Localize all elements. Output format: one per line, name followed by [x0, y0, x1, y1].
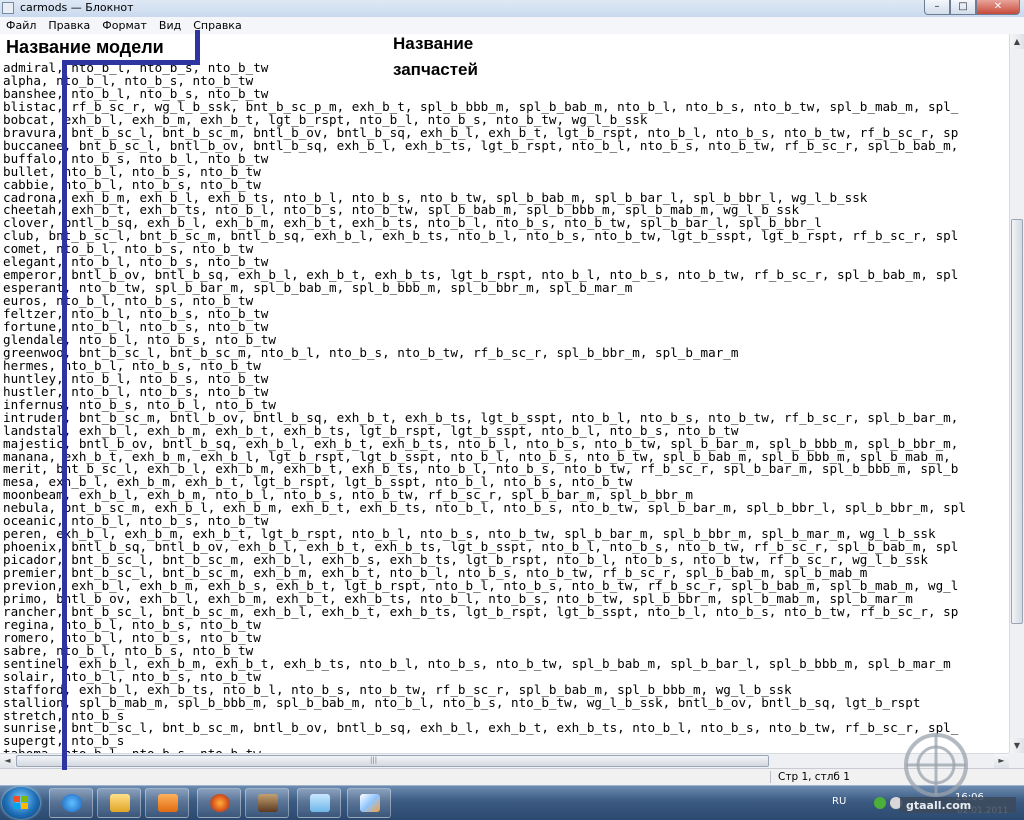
- text-line: hermes, nto_b_l, nto_b_s, nto_b_tw: [3, 357, 261, 373]
- language-indicator[interactable]: RU: [832, 796, 846, 807]
- game-icon: [258, 794, 278, 812]
- text-line: romero, nto_b_l, nto_b_s, nto_b_tw: [3, 629, 261, 645]
- window-title: carmods — Блокнот: [20, 1, 134, 14]
- scroll-left-arrow-icon[interactable]: ◄: [0, 754, 15, 768]
- text-line: landstal, exh_b_l, exh_b_m, exh_b_t, exh…: [3, 422, 739, 438]
- text-line: hustler, nto_b_l, nto_b_s, nto_b_tw: [3, 383, 269, 399]
- tray-green-icon[interactable]: [874, 797, 886, 809]
- notepad-app-icon[interactable]: [2, 2, 14, 14]
- text-line: regina, nto_b_l, nto_b_s, nto_b_tw: [3, 616, 261, 632]
- text-line: infernus, nto_b_s, nto_b_l, nto_b_tw: [3, 396, 276, 412]
- horizontal-scrollbar[interactable]: ◄ ||| ►: [0, 753, 1009, 768]
- text-line: stafford, exh_b_l, exh_b_ts, nto_b_l, nt…: [3, 681, 792, 697]
- minimize-button[interactable]: –: [924, 0, 950, 15]
- annotation-model-label: Название модели: [6, 37, 164, 58]
- text-line: glendale, nto_b_l, nto_b_s, nto_b_tw: [3, 331, 276, 347]
- text-line: sunrise, bnt_b_sc_l, bnt_b_sc_m, bntl_b_…: [3, 720, 959, 736]
- text-line: buccanee, bnt_b_sc_l, bntl_b_ov, bntl_b_…: [3, 137, 959, 153]
- vertical-scrollbar[interactable]: ▲ ▼: [1009, 34, 1024, 753]
- gtaall-watermark-logo: gtaall.com: [900, 733, 1016, 813]
- firefox-icon: [210, 794, 230, 812]
- status-bar: Стр 1, стлб 1: [0, 768, 1024, 785]
- text-line: banshee, nto_b_l, nto_b_s, nto_b_tw: [3, 85, 269, 101]
- cursor-position: Стр 1, стлб 1: [778, 771, 850, 783]
- annotation-parts-label: Название запчастей: [393, 34, 478, 79]
- taskbar-game-button[interactable]: [245, 788, 289, 818]
- status-divider: [770, 771, 771, 783]
- text-line: solair, nto_b_l, nto_b_s, nto_b_tw: [3, 668, 261, 684]
- text-line: rancher, bnt_b_sc_l, bnt_b_sc_m, exh_b_l…: [3, 603, 959, 619]
- text-line: sentinel, exh_b_l, exh_b_m, exh_b_t, exh…: [3, 655, 951, 671]
- text-line: sabre, nto_b_l, nto_b_s, nto_b_tw: [3, 642, 254, 658]
- taskbar: RU 16:06 02.01.2011: [0, 785, 1024, 820]
- menu-edit[interactable]: Правка: [42, 19, 96, 32]
- text-line: intruder, bnt_b_sc_m, bntl_b_ov, bntl_b_…: [3, 409, 959, 425]
- windows-flag-icon: [13, 796, 29, 810]
- paint-icon: [360, 794, 380, 812]
- watermark-text: gtaall.com: [906, 799, 971, 812]
- taskbar-paint-button[interactable]: [347, 788, 391, 818]
- explorer-icon: [110, 794, 130, 812]
- vertical-scroll-thumb[interactable]: [1011, 219, 1023, 624]
- text-editor[interactable]: admiral, nto_b_l, nto_b_s, nto_b_tw alpha…: [0, 34, 1009, 753]
- maximize-button[interactable]: □: [950, 0, 976, 15]
- text-line: cabbie, nto_b_l, nto_b_s, nto_b_tw: [3, 176, 261, 192]
- close-button[interactable]: ✕: [976, 0, 1020, 15]
- text-line: blistac, rf_b_sc_r, wg_l_b_ssk, bnt_b_sc…: [3, 98, 959, 114]
- menu-format[interactable]: Формат: [96, 19, 153, 32]
- text-line: bravura, bnt_b_sc_l, bnt_b_sc_m, bntl_b_…: [3, 124, 959, 140]
- annotation-vertical-line: [62, 60, 67, 770]
- horizontal-scroll-thumb[interactable]: [16, 755, 769, 767]
- ie-icon: [62, 794, 82, 812]
- media-player-icon: [158, 794, 178, 812]
- text-line: huntley, nto_b_l, nto_b_s, nto_b_tw: [3, 370, 269, 386]
- notepad-icon: [310, 794, 330, 812]
- text-line: stallion, spl_b_mab_m, spl_b_bbb_m, spl_…: [3, 694, 921, 710]
- text-line: buffalo, nto_b_s, nto_b_l, nto_b_tw: [3, 150, 269, 166]
- title-bar: carmods — Блокнот – □ ✕: [0, 0, 1024, 18]
- scroll-up-arrow-icon[interactable]: ▲: [1010, 34, 1024, 49]
- taskbar-notepad-button[interactable]: [297, 788, 341, 818]
- taskbar-media-player-button[interactable]: [145, 788, 189, 818]
- text-line: majestic, bntl_b_ov, bntl_b_sq, exh_b_l,…: [3, 435, 959, 451]
- menu-file[interactable]: Файл: [0, 19, 42, 32]
- annotation-horizontal-line: [62, 60, 198, 65]
- menu-view[interactable]: Вид: [153, 19, 187, 32]
- text-line: bullet, nto_b_l, nto_b_s, nto_b_tw: [3, 163, 261, 179]
- text-line: greenwoo, bnt_b_sc_l, bnt_b_sc_m, nto_b_…: [3, 344, 739, 360]
- text-line: alpha, nto_b_l, nto_b_s, nto_b_tw: [3, 72, 254, 88]
- scroll-grip-icon: |||: [370, 756, 378, 764]
- annotation-corner-line: [195, 30, 200, 65]
- text-line: bobcat, exh_b_l, exh_b_m, exh_b_t, lgt_b…: [3, 111, 648, 127]
- taskbar-firefox-button[interactable]: [197, 788, 241, 818]
- start-button[interactable]: [2, 787, 40, 819]
- taskbar-explorer-button[interactable]: [97, 788, 141, 818]
- text-line: primo, bntl_b_ov, exh_b_l, exh_b_m, exh_…: [3, 590, 913, 606]
- taskbar-ie-button[interactable]: [49, 788, 93, 818]
- window-controls: – □ ✕: [924, 0, 1020, 16]
